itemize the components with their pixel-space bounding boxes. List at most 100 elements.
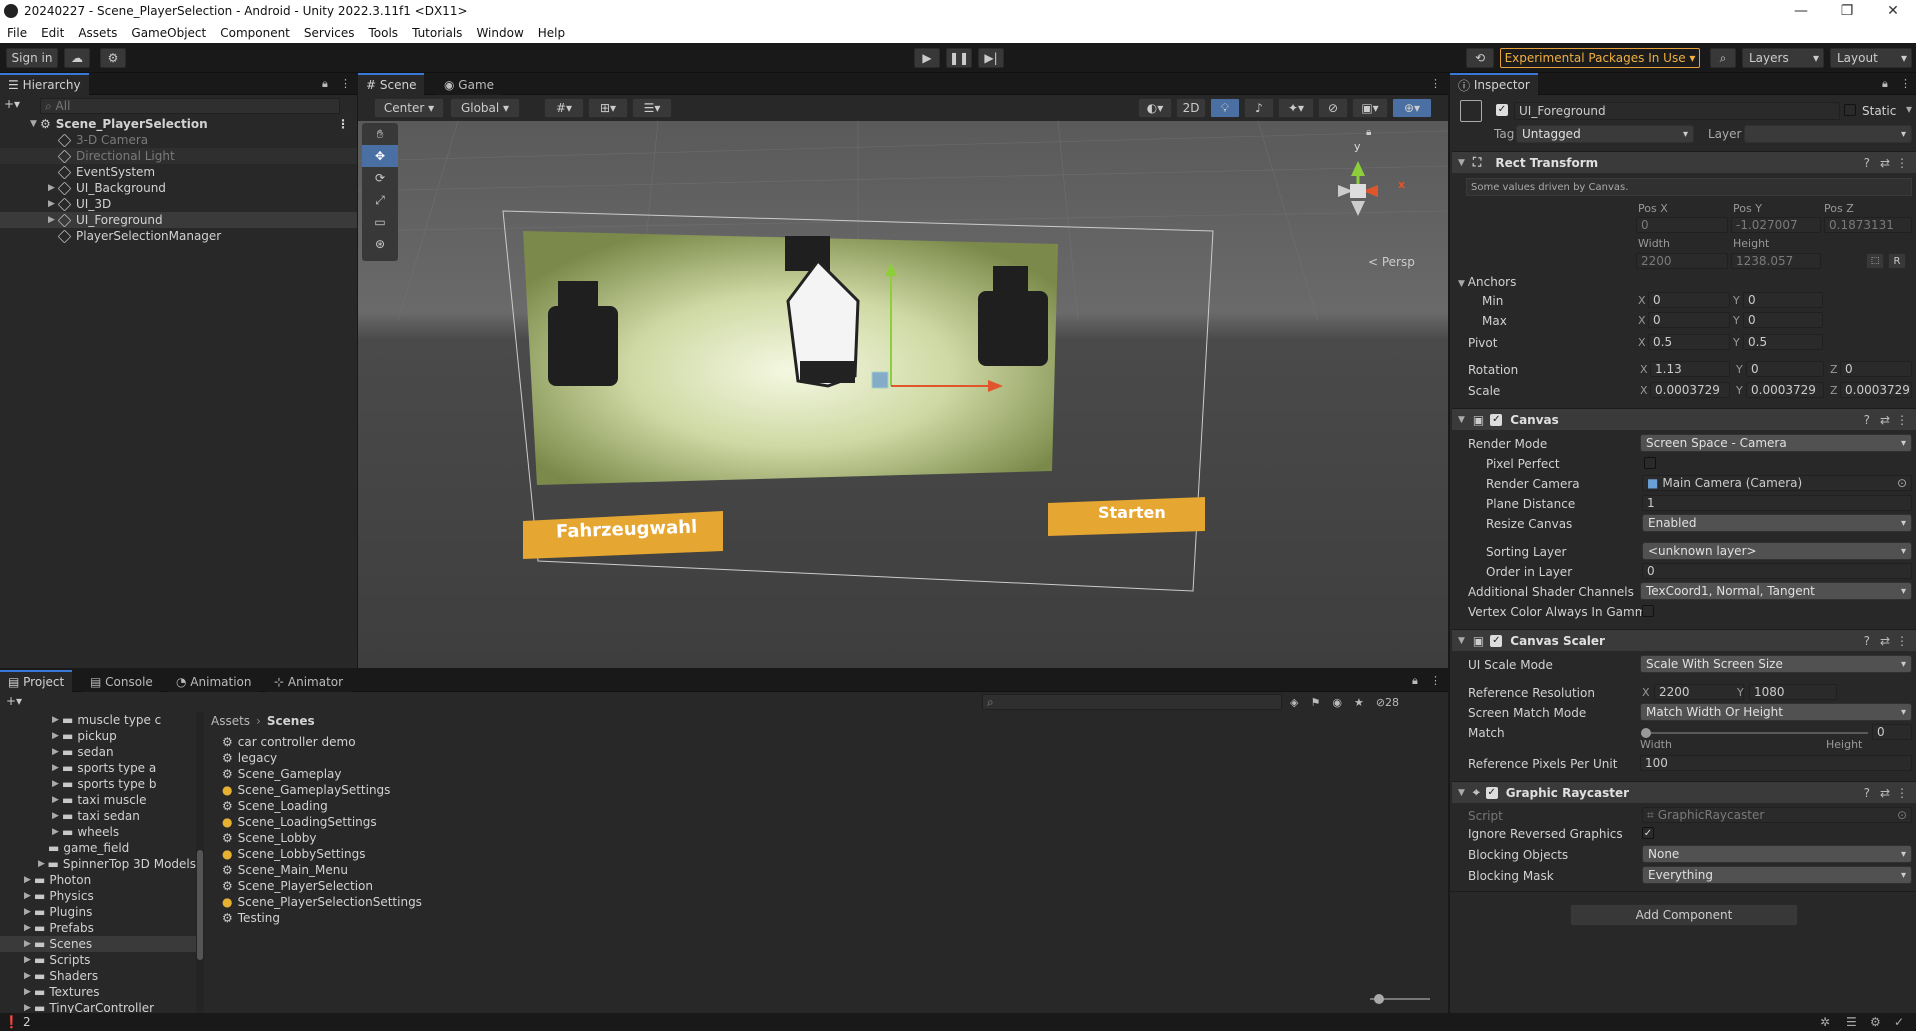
shading-mode-icon[interactable]: ◐▾ <box>1138 98 1172 118</box>
menu-assets[interactable]: Assets <box>71 26 124 40</box>
expand-icon[interactable]: ▼ <box>30 119 40 129</box>
lighting-toggle-icon[interactable]: 💡︎ <box>1210 98 1240 118</box>
gizmos-icon[interactable]: ⊕▾ <box>1392 98 1432 118</box>
expand-icon[interactable]: ▶ <box>24 923 34 933</box>
component-menu-icon[interactable]: ⋮ <box>1896 786 1908 800</box>
folder-tree-item[interactable]: ▶ ▬ Plugins <box>0 904 196 920</box>
expand-icon[interactable]: ▶ <box>48 199 58 209</box>
experimental-packages-button[interactable]: Experimental Packages In Use ▾ <box>1500 48 1700 68</box>
scene-menu-icon[interactable]: ⋮ <box>337 117 349 131</box>
breadcrumb-assets[interactable]: Assets <box>211 714 250 728</box>
status-count[interactable]: 2 <box>23 1015 31 1029</box>
static-checkbox[interactable] <box>1844 104 1856 116</box>
folder-tree-item[interactable]: ▶ ▬ Prefabs <box>0 920 196 936</box>
hierarchy-item[interactable]: Directional Light <box>0 148 357 164</box>
raw-edit-button[interactable]: R <box>1888 253 1906 269</box>
folder-tree-item[interactable]: ▶ ▬ Scripts <box>0 952 196 968</box>
folder-tree-item[interactable]: ▶ ▬ taxi muscle <box>0 792 196 808</box>
component-menu-icon[interactable]: ⋮ <box>1896 634 1908 648</box>
filter-label-icon[interactable]: ⚑ <box>1310 696 1320 709</box>
hierarchy-item[interactable]: ▶ UI_3D <box>0 196 357 212</box>
menu-window[interactable]: Window <box>469 26 530 40</box>
expand-icon[interactable]: ▶ <box>52 763 62 773</box>
canvas-scaler-enabled-checkbox[interactable]: ✓ <box>1490 634 1503 647</box>
canvas-header[interactable]: ▼ ▣ ✓ Canvas ? ⇄ ⋮ <box>1452 408 1916 430</box>
order-in-layer-field[interactable]: 0 <box>1642 563 1912 579</box>
raycaster-enabled-checkbox[interactable]: ✓ <box>1485 786 1498 799</box>
menu-gameobject[interactable]: GameObject <box>124 26 213 40</box>
tab-hierarchy[interactable]: ☰ Hierarchy <box>0 73 89 95</box>
progress-icon[interactable]: ⚙ <box>1870 1015 1881 1029</box>
layout-dropdown[interactable]: Layout ▾ <box>1830 48 1912 68</box>
anchor-max-y-field[interactable]: 0 <box>1743 312 1823 328</box>
pivot-y-field[interactable]: 0.5 <box>1743 334 1823 350</box>
scale-tool-icon[interactable]: ⤢ <box>362 189 398 211</box>
hierarchy-item[interactable]: ▶ UI_Background <box>0 180 357 196</box>
grid-visibility-icon[interactable]: ☰▾ <box>632 98 672 118</box>
menu-tools[interactable]: Tools <box>362 26 406 40</box>
object-active-checkbox[interactable]: ✓ <box>1496 104 1508 116</box>
preset-icon[interactable]: ⇄ <box>1880 786 1890 800</box>
filter-log-icon[interactable]: ◉ <box>1332 696 1342 709</box>
asset-item[interactable]: ⚙ Scene_Main_Menu <box>222 862 622 878</box>
canvas-enabled-checkbox[interactable]: ✓ <box>1490 413 1503 426</box>
hand-tool-icon[interactable]: ✋︎ <box>362 123 398 145</box>
expand-icon[interactable]: ▶ <box>52 747 62 757</box>
sign-in-button[interactable]: Sign in <box>6 48 58 68</box>
scale-z-field[interactable]: 0.0003729 <box>1840 382 1912 398</box>
preset-icon[interactable]: ⇄ <box>1880 413 1890 427</box>
debug-icon[interactable]: ✲ <box>1820 1015 1830 1029</box>
folder-tree-item[interactable]: ▶ ▬ taxi sedan <box>0 808 196 824</box>
cache-icon[interactable]: ☰ <box>1846 1015 1857 1029</box>
hierarchy-item[interactable]: 3-D Camera <box>0 132 357 148</box>
component-menu-icon[interactable]: ⋮ <box>1896 156 1908 170</box>
resize-canvas-dropdown[interactable]: Enabled <box>1642 514 1912 532</box>
pos-z-field[interactable]: 0.1873131 <box>1824 217 1912 233</box>
favorite-icon[interactable]: ★ <box>1354 696 1364 709</box>
project-search-input[interactable]: ⌕ <box>982 694 1282 710</box>
lock-icon[interactable]: 🔒︎ <box>1412 674 1418 688</box>
asset-item[interactable]: ⚙ Scene_PlayerSelection <box>222 878 622 894</box>
maximize-button[interactable]: ❐ <box>1824 0 1870 22</box>
menu-services[interactable]: Services <box>297 26 362 40</box>
ui-scale-mode-dropdown[interactable]: Scale With Screen Size <box>1640 655 1912 673</box>
expand-icon[interactable]: ▶ <box>24 955 34 965</box>
folder-tree-item[interactable]: ▶ ▬ Photon <box>0 872 196 888</box>
folder-tree-item[interactable]: ▶ ▬ wheels <box>0 824 196 840</box>
shader-channels-dropdown[interactable]: TexCoord1, Normal, Tangent <box>1640 582 1912 600</box>
scale-y-field[interactable]: 0.0003729 <box>1746 382 1824 398</box>
collapse-icon[interactable]: ▼ <box>1458 158 1465 168</box>
match-slider[interactable] <box>1641 728 1868 738</box>
object-name-input[interactable]: UI_Foreground <box>1514 102 1840 120</box>
scene-menu-icon[interactable]: ⋮ <box>1430 77 1441 90</box>
menu-component[interactable]: Component <box>213 26 297 40</box>
rotation-x-field[interactable]: 1.13 <box>1650 361 1730 377</box>
folder-tree-item[interactable]: ▶ ▬ sports type b <box>0 776 196 792</box>
reference-resolution-y-field[interactable]: 1080 <box>1749 684 1837 700</box>
match-slider-handle[interactable] <box>1641 728 1651 738</box>
rect-tool-icon[interactable]: ▭ <box>362 211 398 233</box>
menu-tutorials[interactable]: Tutorials <box>405 26 469 40</box>
gizmo-lock-icon[interactable]: 🔒︎ <box>1366 127 1371 138</box>
expand-icon[interactable]: ▶ <box>52 715 62 725</box>
scene-root-row[interactable]: ▼ ⚙ Scene_PlayerSelection ⋮ <box>30 116 357 132</box>
folder-tree-item[interactable]: ▶ ▬ pickup <box>0 728 196 744</box>
layers-dropdown[interactable]: Layers ▾ <box>1742 48 1824 68</box>
render-mode-dropdown[interactable]: Screen Space - Camera <box>1640 434 1912 452</box>
add-component-button[interactable]: Add Component <box>1570 904 1798 926</box>
rotation-y-field[interactable]: 0 <box>1746 361 1824 377</box>
effects-toggle-icon[interactable]: ✦▾ <box>1278 98 1314 118</box>
render-camera-field[interactable]: ■ Main Camera (Camera) ⊙ <box>1642 475 1912 491</box>
component-menu-icon[interactable]: ⋮ <box>1896 413 1908 427</box>
zoom-slider[interactable] <box>1370 994 1430 1004</box>
expand-icon[interactable]: ▶ <box>24 891 34 901</box>
minimize-button[interactable]: — <box>1778 0 1824 22</box>
scene-viewport[interactable]: Fahrzeugwahl Starten y x 🔒︎ < Persp ✋︎ ✥… <box>358 121 1448 668</box>
blocking-objects-dropdown[interactable]: None <box>1642 845 1912 863</box>
anchor-max-x-field[interactable]: 0 <box>1648 312 1730 328</box>
menu-help[interactable]: Help <box>531 26 572 40</box>
blocking-mask-dropdown[interactable]: Everything <box>1642 866 1912 884</box>
audio-toggle-icon[interactable]: ♪ <box>1244 98 1274 118</box>
collapse-icon[interactable]: ▼ <box>1458 788 1465 798</box>
project-create-icon[interactable]: +▾ <box>6 694 22 708</box>
